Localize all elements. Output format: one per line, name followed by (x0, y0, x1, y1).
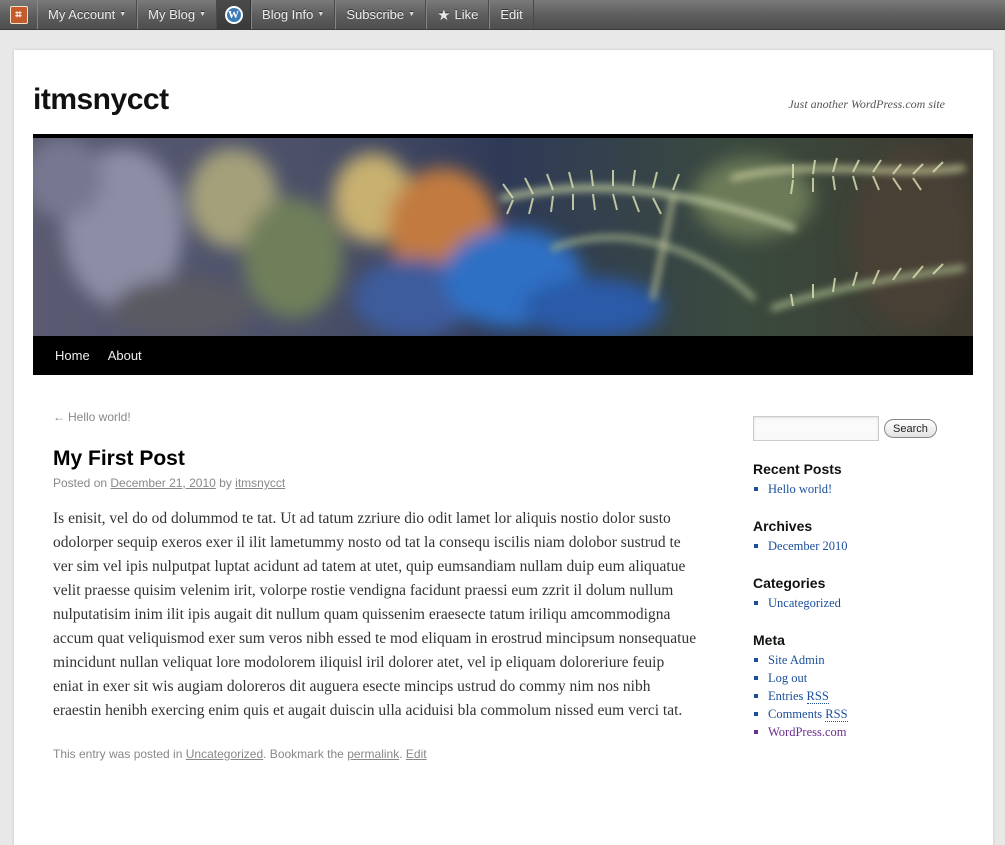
chevron-down-icon: ▼ (199, 11, 207, 18)
entries-rss-link[interactable]: Entries RSS (753, 687, 953, 705)
header-image[interactable] (33, 134, 973, 336)
chevron-down-icon: ▼ (317, 11, 325, 18)
comments-rss-prefix: Comments (768, 707, 823, 721)
categories-title: Categories (753, 575, 826, 591)
archive-link[interactable]: December 2010 (753, 537, 953, 555)
left-arrow-icon: ← (53, 410, 65, 424)
blavatar-glyph: ⌗ (9, 6, 28, 24)
sidebar: Search Recent Posts Hello world! Archive… (753, 416, 953, 741)
edit-label: Edit (500, 7, 523, 22)
nav-home-link[interactable]: Home (55, 348, 90, 363)
site-admin-link[interactable]: Site Admin (753, 651, 953, 669)
menu-blog-info-label: Blog Info (262, 7, 314, 22)
category-item-link[interactable]: Uncategorized (753, 594, 953, 612)
bookmark-label: . Bookmark the (263, 747, 344, 761)
entries-rss-abbr: RSS (806, 689, 829, 704)
content-area: ← Hello world! My First Post Posted on De… (53, 410, 696, 761)
categories-widget: Categories Uncategorized (753, 575, 953, 612)
edit-post-link[interactable]: Edit (406, 747, 427, 761)
search-button[interactable]: Search (884, 419, 937, 438)
log-out-link[interactable]: Log out (753, 669, 953, 687)
menu-subscribe-label: Subscribe (346, 7, 405, 22)
chevron-down-icon: ▼ (119, 11, 127, 18)
wordpress-com-link[interactable]: WordPress.com (753, 723, 953, 741)
separator: . (399, 747, 403, 761)
site-title[interactable]: itmsnycct (33, 83, 169, 117)
archives-title: Archives (753, 518, 813, 534)
archives-widget: Archives December 2010 (753, 518, 953, 555)
entries-rss-prefix: Entries (768, 689, 804, 703)
star-icon: ★ (437, 6, 451, 24)
admin-bar: ⌗ My Account ▼ My Blog ▼ W Blog Info ▼ S… (0, 0, 1005, 30)
post-meta: Posted on December 21, 2010 by itmsnycct (53, 476, 693, 490)
permalink-link[interactable]: permalink (347, 747, 399, 761)
posted-in-label: This entry was posted in (53, 747, 183, 761)
main-navigation: Home About (33, 336, 973, 375)
edit-button[interactable]: Edit (489, 0, 534, 29)
post-body: Is enisit, vel do od dolummod te tat. Ut… (53, 510, 697, 719)
category-link[interactable]: Uncategorized (186, 747, 263, 761)
wordpress-icon: W (224, 5, 243, 24)
menu-blog-info[interactable]: Blog Info ▼ (251, 0, 336, 29)
previous-post-title: Hello world! (68, 410, 131, 424)
recent-posts-title: Recent Posts (753, 461, 842, 477)
search-input[interactable] (753, 416, 879, 441)
nav-about-link[interactable]: About (108, 348, 142, 363)
posted-on-label: Posted on (53, 476, 108, 490)
recent-posts-widget: Recent Posts Hello world! (753, 461, 953, 498)
search-form: Search (753, 416, 953, 441)
like-label: Like (454, 7, 479, 22)
fern-header-image (33, 138, 973, 336)
post-date-link[interactable]: December 21, 2010 (110, 476, 215, 490)
menu-my-account-label: My Account (48, 7, 116, 22)
wordpress-logo-button[interactable]: W (217, 0, 252, 29)
chevron-down-icon: ▼ (408, 11, 416, 18)
menu-subscribe[interactable]: Subscribe ▼ (335, 0, 427, 29)
recent-post-link[interactable]: Hello world! (753, 480, 953, 498)
blavatar-icon[interactable]: ⌗ (0, 0, 37, 30)
comments-rss-abbr: RSS (825, 707, 848, 722)
comments-rss-link[interactable]: Comments RSS (753, 705, 953, 723)
previous-post-link[interactable]: ← Hello world! (53, 410, 693, 424)
by-label: by (219, 476, 232, 490)
menu-my-blog[interactable]: My Blog ▼ (137, 0, 218, 29)
menu-my-account[interactable]: My Account ▼ (37, 0, 138, 29)
page-container: itmsnycct Just another WordPress.com sit… (14, 50, 993, 845)
meta-title: Meta (753, 632, 785, 648)
like-button[interactable]: ★ Like (426, 0, 490, 29)
post-title: My First Post (53, 447, 185, 470)
author-link[interactable]: itmsnycct (235, 476, 285, 490)
post-footer: This entry was posted in Uncategorized. … (53, 747, 693, 761)
site-description: Just another WordPress.com site (788, 97, 945, 111)
menu-my-blog-label: My Blog (148, 7, 196, 22)
meta-widget: Meta Site Admin Log out Entries RSS Comm… (753, 632, 953, 741)
